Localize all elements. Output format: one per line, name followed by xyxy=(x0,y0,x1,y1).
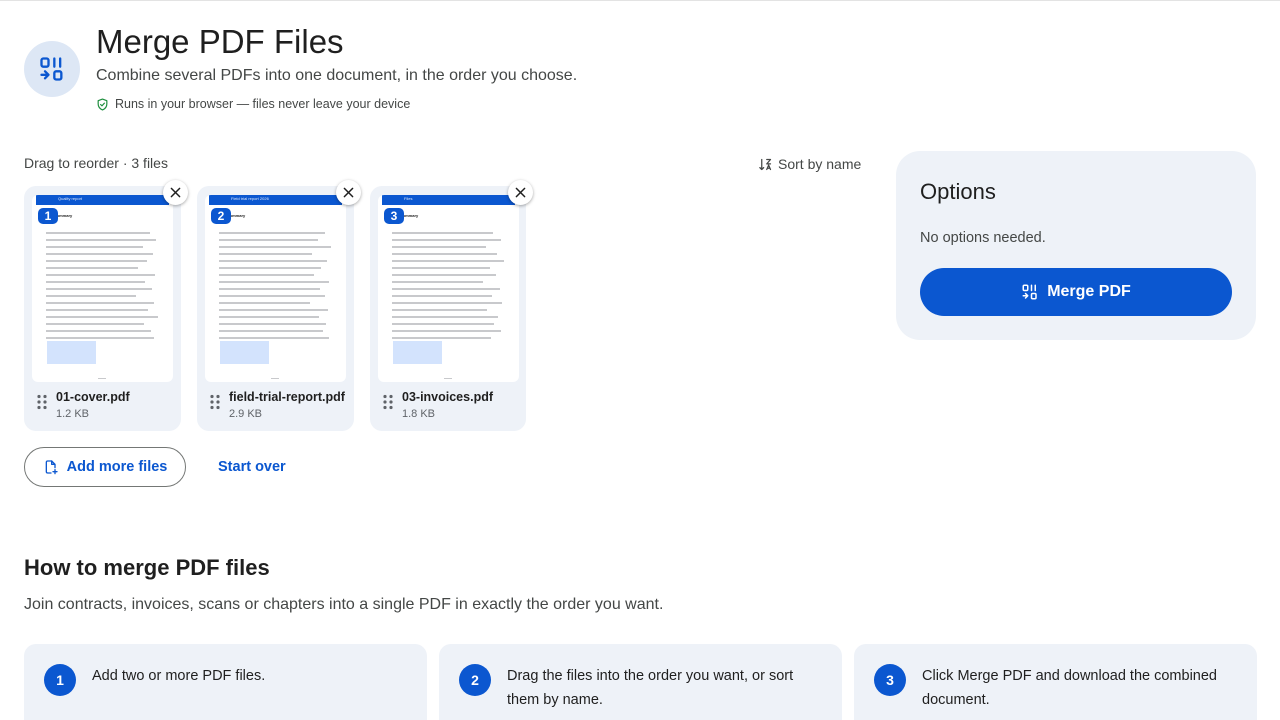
file-size: 1.8 KB xyxy=(402,408,436,420)
page-thumbnail: Field trial report 2026 Summary 2 xyxy=(205,195,346,382)
start-over-link[interactable]: Start over xyxy=(218,459,286,475)
howto-description: Join contracts, invoices, scans or chapt… xyxy=(24,596,664,613)
merge-pdf-button[interactable]: Merge PDF xyxy=(920,268,1232,316)
add-more-files-label: Add more files xyxy=(66,459,168,475)
howto-title: How to merge PDF files xyxy=(24,555,270,580)
options-panel: Options No options needed. Merge PDF xyxy=(896,151,1256,340)
thumbnail-header-text: Files xyxy=(404,196,413,201)
thumbnail-header-bar: Files xyxy=(382,195,515,205)
options-note: No options needed. xyxy=(920,230,1046,246)
file-count-status: Drag to reorder · 3 files xyxy=(24,155,168,171)
file-name: 03-invoices.pdf xyxy=(402,390,493,404)
thumbnail-header-bar: Field trial report 2026 xyxy=(209,195,342,205)
file-card[interactable]: Field trial report 2026 Summary 2 field-… xyxy=(197,180,361,431)
sort-label: Sort by name xyxy=(778,156,862,172)
remove-file-button[interactable] xyxy=(336,180,361,205)
thumbnail-page-number xyxy=(444,378,452,379)
file-order-badge: 1 xyxy=(38,208,58,224)
file-size: 1.2 KB xyxy=(56,408,90,420)
howto-step: 2 Drag the files into the order you want… xyxy=(439,644,842,720)
file-meta: 03-invoices.pdf 1.8 KB xyxy=(382,390,532,424)
close-icon xyxy=(515,187,526,198)
thumbnail-image-block xyxy=(47,341,96,364)
add-more-files-button[interactable]: Add more files xyxy=(24,447,186,487)
add-file-icon xyxy=(45,460,58,475)
howto-steps: 1 Add two or more PDF files. 2 Drag the … xyxy=(24,644,1257,720)
options-title: Options xyxy=(920,179,996,204)
page-subtitle: Combine several PDFs into one document, … xyxy=(96,67,578,84)
privacy-note-text: Runs in your browser — files never leave… xyxy=(115,97,411,111)
drag-handle-icon[interactable] xyxy=(36,394,48,410)
thumbnail-header-bar: Quality report xyxy=(36,195,169,205)
privacy-note: Runs in your browser — files never leave… xyxy=(96,97,410,111)
file-card[interactable]: Quality report Summary 1 01-cover.pdf 1.… xyxy=(24,180,188,431)
file-order-badge: 2 xyxy=(211,208,231,224)
drag-handle-icon[interactable] xyxy=(382,394,394,410)
shield-check-icon xyxy=(97,97,108,111)
step-text: Add two or more PDF files. xyxy=(92,668,266,684)
howto-step: 1 Add two or more PDF files. xyxy=(24,644,427,720)
step-number: 2 xyxy=(459,664,491,696)
howto-step: 3 Click Merge PDF and download the combi… xyxy=(854,644,1257,720)
thumbnail-image-block xyxy=(393,341,442,364)
thumbnail-page-number xyxy=(271,378,279,379)
sort-by-name-button[interactable]: Sort by name xyxy=(758,153,861,175)
page-thumbnail: Files Summary 3 xyxy=(378,195,519,382)
page-header: Merge PDF Files Combine several PDFs int… xyxy=(24,23,824,123)
file-card-list: Quality report Summary 1 01-cover.pdf 1.… xyxy=(24,180,533,431)
merge-icon xyxy=(24,41,80,97)
thumbnail-text-lines xyxy=(392,232,507,344)
remove-file-button[interactable] xyxy=(508,180,533,205)
sort-icon xyxy=(759,158,772,170)
close-icon xyxy=(343,187,354,198)
thumbnail-image-block xyxy=(220,341,269,364)
close-icon xyxy=(170,187,181,198)
thumbnail-text-lines xyxy=(219,232,334,344)
merge-pdf-label: Merge PDF xyxy=(1047,283,1131,300)
file-card[interactable]: Files Summary 3 03-invoices.pdf 1.8 KB xyxy=(370,180,533,431)
thumbnail-header-text: Field trial report 2026 xyxy=(231,196,269,201)
thumbnail-page-number xyxy=(98,378,106,379)
thumbnail-header-text: Quality report xyxy=(58,196,83,201)
file-meta: 01-cover.pdf 1.2 KB xyxy=(36,390,186,424)
step-number: 1 xyxy=(44,664,76,696)
file-meta: field-trial-report.pdf 2.9 KB xyxy=(209,390,359,424)
step-text: Drag the files into the order you want, … xyxy=(507,668,794,708)
page-title: Merge PDF Files xyxy=(96,23,344,60)
file-order-badge: 3 xyxy=(384,208,404,224)
thumbnail-text-lines xyxy=(46,232,161,344)
step-text: Click Merge PDF and download the combine… xyxy=(922,668,1217,708)
drag-handle-icon[interactable] xyxy=(209,394,221,410)
file-name: field-trial-report.pdf xyxy=(229,390,345,404)
file-name: 01-cover.pdf xyxy=(56,390,130,404)
merge-icon xyxy=(1022,284,1037,300)
step-number: 3 xyxy=(874,664,906,696)
page-thumbnail: Quality report Summary 1 xyxy=(32,195,173,382)
file-size: 2.9 KB xyxy=(229,408,263,420)
remove-file-button[interactable] xyxy=(163,180,188,205)
